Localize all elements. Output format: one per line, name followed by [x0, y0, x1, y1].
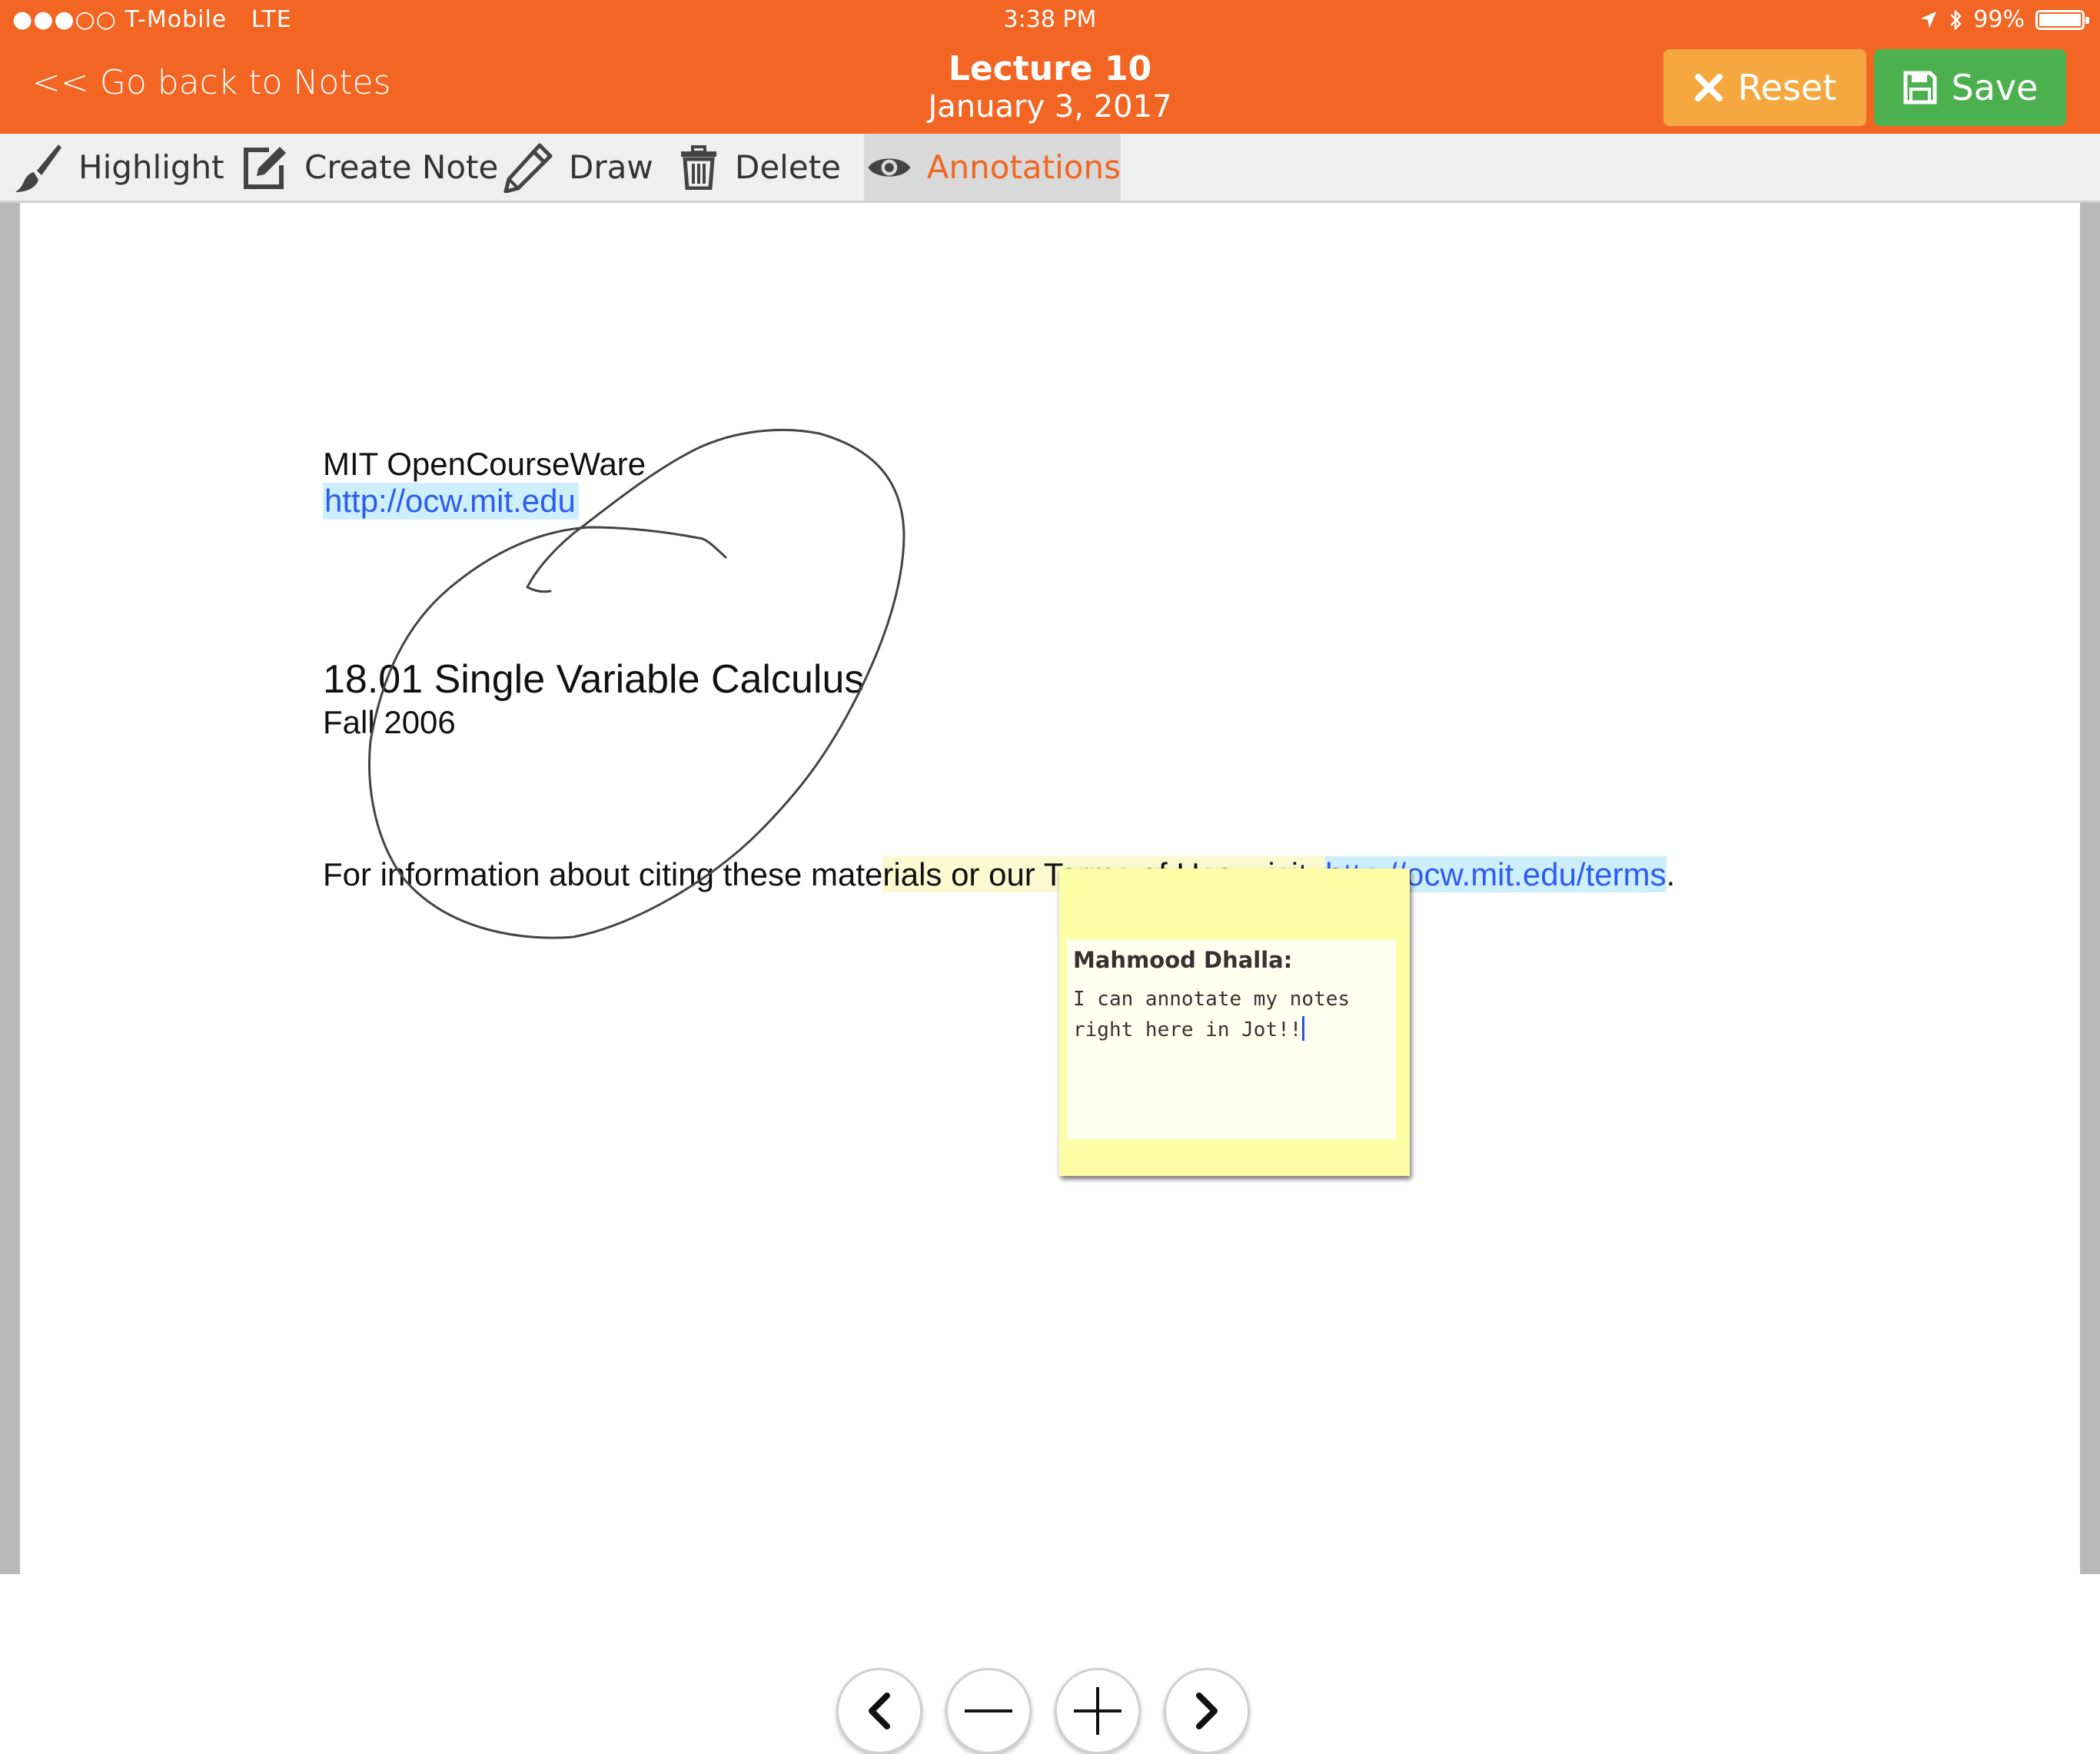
status-bar: ●●●○○ T-Mobile LTE 3:38 PM 99%	[0, 0, 2100, 42]
sticky-note[interactable]: Mahmood Dhalla: I can annotate my notes …	[1059, 869, 1410, 1176]
minus-icon	[965, 1709, 1012, 1712]
create-note-tool-label: Create Note	[304, 148, 499, 186]
reset-button-label: Reset	[1737, 67, 1837, 108]
zoom-in-button[interactable]	[1055, 1668, 1141, 1754]
note-author: Mahmood Dhalla:	[1073, 947, 1293, 973]
pdf-page[interactable]: MIT OpenCourseWare http://ocw.mit.edu 18…	[20, 203, 2080, 1574]
freehand-drawing[interactable]	[20, 203, 2080, 1574]
previous-page-button[interactable]	[836, 1668, 922, 1754]
text-cursor	[1302, 1016, 1305, 1041]
app-header: ●●●○○ T-Mobile LTE 3:38 PM 99% << Go bac…	[0, 0, 2100, 134]
status-time: 3:38 PM	[1003, 6, 1097, 33]
sticky-note-editor[interactable]: Mahmood Dhalla: I can annotate my notes …	[1067, 939, 1396, 1139]
document-viewer: MIT OpenCourseWare http://ocw.mit.edu 18…	[0, 203, 2100, 1754]
draw-tool-button[interactable]: Draw	[503, 134, 653, 201]
floppy-disk-icon	[1903, 71, 1937, 105]
bluetooth-icon	[1950, 8, 1962, 31]
pencil-icon	[503, 143, 553, 193]
location-arrow-icon	[1921, 11, 1937, 28]
plus-icon	[1074, 1687, 1121, 1735]
annotations-toggle-label: Annotations	[926, 148, 1121, 186]
annotation-toolbar: Highlight Create Note Draw Delete Annota…	[0, 134, 2100, 203]
battery-icon	[2035, 9, 2089, 30]
highlight-tool-label: Highlight	[78, 148, 224, 186]
create-note-tool-button[interactable]: Create Note	[241, 134, 498, 201]
chevron-left-icon	[869, 1693, 890, 1729]
trash-icon	[681, 145, 716, 190]
status-indicators: 99%	[1919, 6, 2089, 33]
battery-percent: 99%	[1973, 6, 2025, 33]
delete-tool-button[interactable]: Delete	[678, 134, 841, 201]
eye-icon	[868, 158, 911, 177]
highlight-tool-button[interactable]: Highlight	[14, 134, 224, 201]
next-page-button[interactable]	[1164, 1668, 1250, 1754]
save-button-label: Save	[1951, 67, 2039, 108]
save-button[interactable]: Save	[1874, 49, 2066, 126]
zoom-out-button[interactable]	[945, 1668, 1032, 1754]
edit-note-icon	[244, 146, 286, 189]
annotations-toggle-button[interactable]: Annotations	[864, 134, 1121, 201]
close-icon	[1694, 74, 1723, 101]
chevron-right-icon	[1196, 1693, 1218, 1729]
delete-tool-label: Delete	[735, 148, 841, 186]
note-text-field[interactable]: I can annotate my notes right here in Jo…	[1073, 984, 1388, 1045]
brush-icon	[15, 144, 61, 192]
draw-tool-label: Draw	[569, 148, 653, 186]
note-text: I can annotate my notes right here in Jo…	[1073, 988, 1351, 1041]
reset-button[interactable]: Reset	[1663, 49, 1866, 126]
